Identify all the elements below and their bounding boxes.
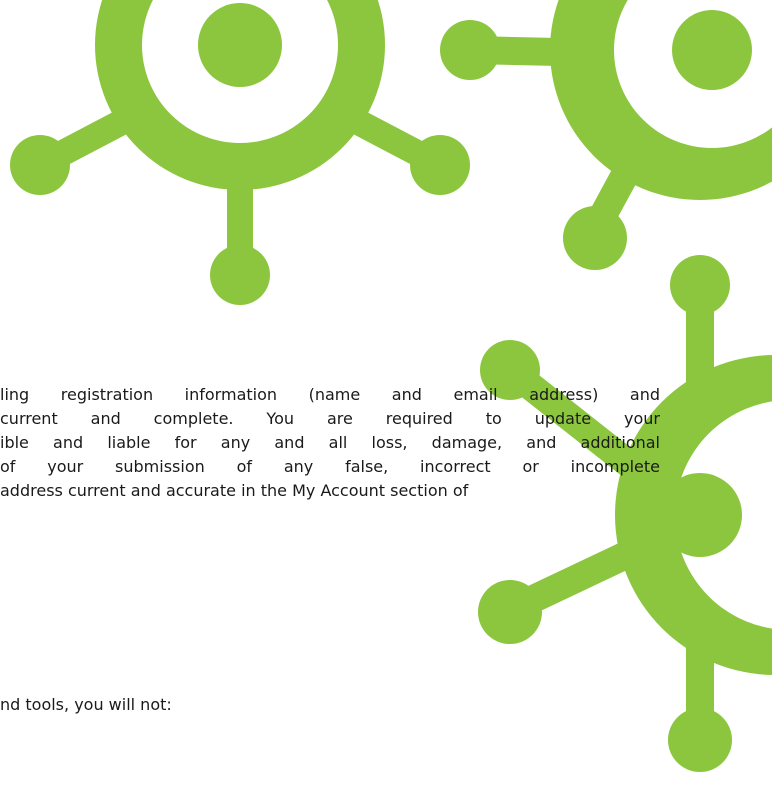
text-line: of your submission of any false, incorre… bbox=[0, 457, 660, 476]
registration-info-paragraph: ling registration information (name and … bbox=[0, 383, 660, 503]
molecule-top-right bbox=[440, 0, 772, 270]
text-line: ling registration information (name and … bbox=[0, 385, 660, 404]
tools-restriction-paragraph: nd tools, you will not: bbox=[0, 695, 172, 714]
molecule-bottom-right bbox=[478, 255, 772, 772]
text-line: address current and accurate in the My A… bbox=[0, 481, 469, 500]
text-line: current and complete. You are required t… bbox=[0, 409, 660, 428]
text-line: ible and liable for any and all loss, da… bbox=[0, 433, 660, 452]
molecule-left bbox=[10, 0, 470, 305]
